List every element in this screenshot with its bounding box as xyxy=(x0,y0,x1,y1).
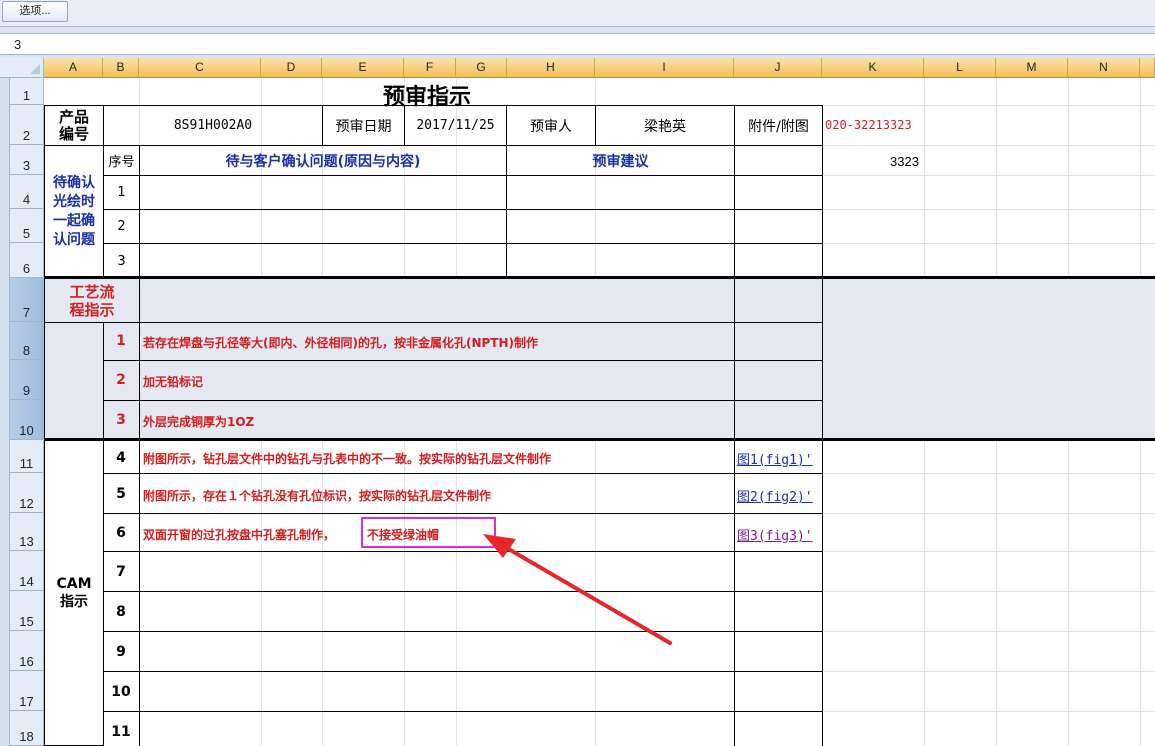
annotation-arrow xyxy=(483,534,672,645)
annotation-arrow-head xyxy=(483,534,516,558)
annotation-arrow-shaft xyxy=(503,545,672,645)
formula-bar-value[interactable]: 3 xyxy=(14,37,21,52)
formula-bar[interactable]: 3 xyxy=(0,33,1155,55)
spreadsheet-grid[interactable]: A B C D E F G H I J K L M N 1 2 3 4 5 6 … xyxy=(0,58,1155,746)
ribbon-bar: 选项... xyxy=(0,0,1155,27)
options-button[interactable]: 选项... xyxy=(2,1,68,22)
